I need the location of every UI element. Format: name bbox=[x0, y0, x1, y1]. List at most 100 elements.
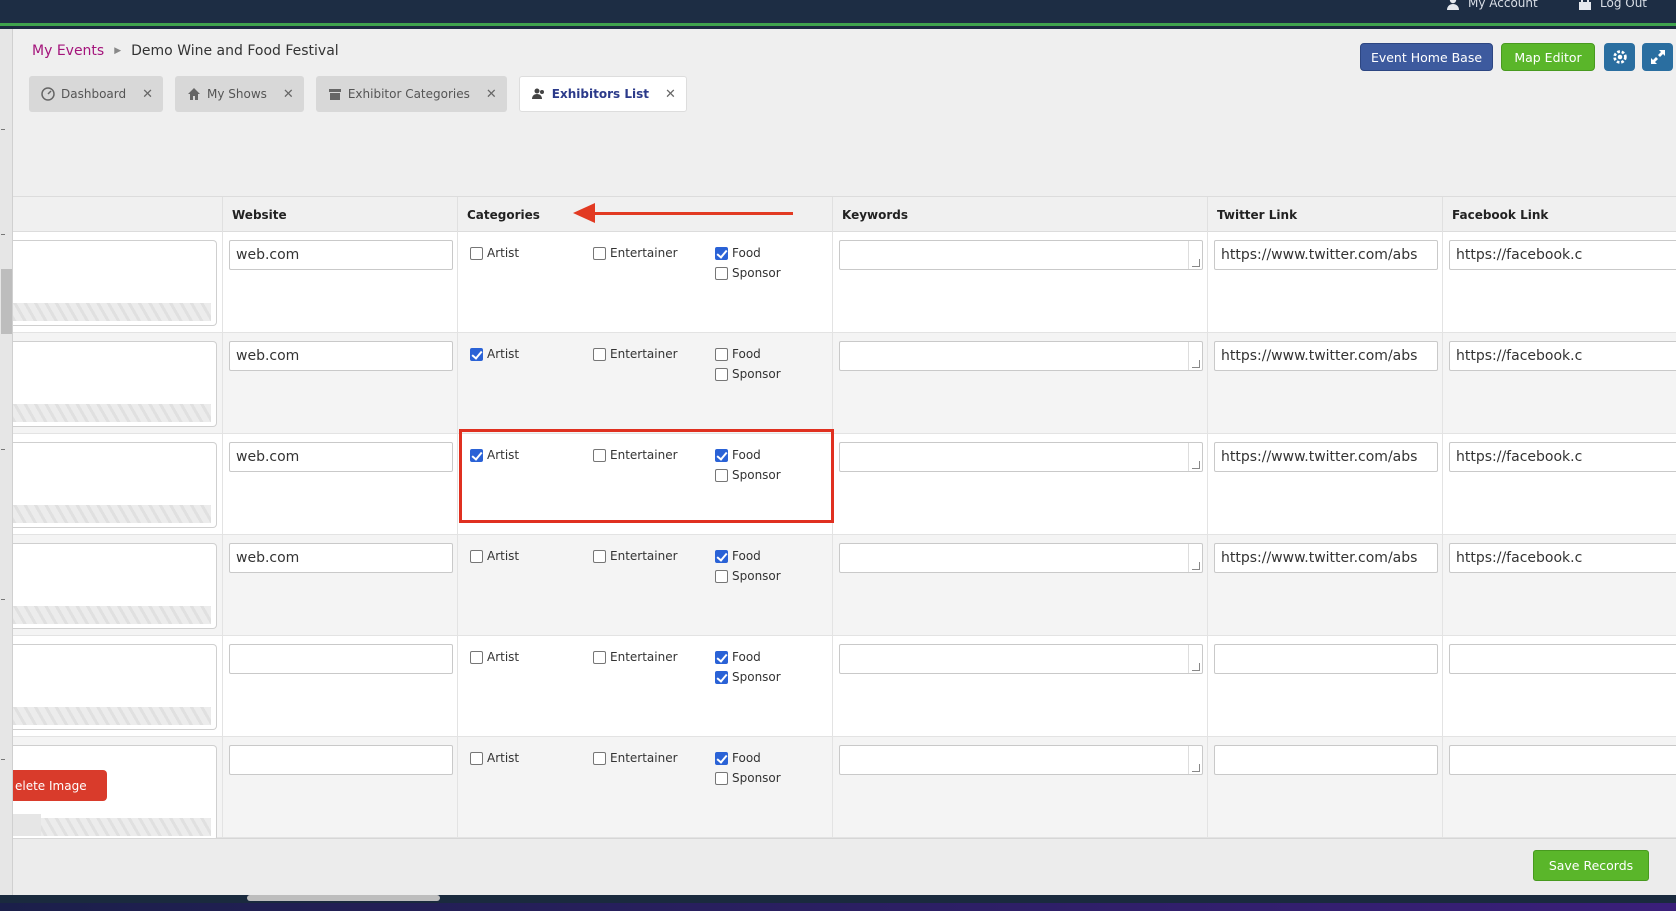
fullscreen-button[interactable] bbox=[1642, 43, 1673, 71]
facebook-link-input[interactable]: https://facebook.c bbox=[1449, 341, 1676, 371]
log-out-link[interactable]: Log Out bbox=[1578, 0, 1647, 10]
checkbox-food[interactable] bbox=[715, 347, 728, 361]
settings-button[interactable] bbox=[1604, 43, 1635, 71]
website-input[interactable]: web.com bbox=[229, 442, 453, 472]
checkbox-label-entertainer: Entertainer bbox=[610, 650, 678, 664]
keywords-textarea[interactable] bbox=[839, 341, 1203, 371]
category-checkbox-entertainer[interactable]: Entertainer bbox=[593, 650, 678, 664]
category-checkbox-sponsor[interactable]: Sponsor bbox=[715, 771, 781, 785]
checkbox-food[interactable] bbox=[715, 549, 728, 563]
category-checkbox-food[interactable]: Food bbox=[715, 549, 761, 563]
category-checkbox-food[interactable]: Food bbox=[715, 347, 761, 361]
exhibitor-image[interactable] bbox=[13, 644, 217, 730]
resize-grip-icon[interactable] bbox=[1188, 544, 1202, 572]
checkbox-label-sponsor: Sponsor bbox=[732, 367, 781, 381]
keywords-textarea[interactable] bbox=[839, 442, 1203, 472]
category-checkbox-entertainer[interactable]: Entertainer bbox=[593, 246, 678, 260]
horizontal-scrollbar-thumb[interactable] bbox=[247, 895, 440, 901]
checkbox-artist[interactable] bbox=[470, 347, 483, 361]
checkbox-food[interactable] bbox=[715, 650, 728, 664]
event-home-base-button[interactable]: Event Home Base bbox=[1360, 43, 1493, 71]
checkbox-sponsor[interactable] bbox=[715, 266, 728, 280]
category-checkbox-artist[interactable]: Artist bbox=[470, 549, 519, 563]
close-icon[interactable]: ✕ bbox=[665, 87, 676, 102]
column-divider bbox=[1442, 333, 1443, 433]
checkbox-sponsor[interactable] bbox=[715, 569, 728, 583]
save-records-button[interactable]: Save Records bbox=[1533, 850, 1649, 881]
category-checkbox-food[interactable]: Food bbox=[715, 246, 761, 260]
checkbox-entertainer[interactable] bbox=[593, 347, 606, 361]
close-icon[interactable]: ✕ bbox=[283, 87, 294, 102]
twitter-link-input[interactable]: https://www.twitter.com/abs bbox=[1214, 240, 1438, 270]
keywords-textarea[interactable] bbox=[839, 240, 1203, 270]
checkbox-artist[interactable] bbox=[470, 246, 483, 260]
twitter-link-input[interactable]: https://www.twitter.com/abs bbox=[1214, 341, 1438, 371]
category-checkbox-sponsor[interactable]: Sponsor bbox=[715, 266, 781, 280]
checkbox-sponsor[interactable] bbox=[715, 367, 728, 381]
category-checkbox-food[interactable]: Food bbox=[715, 751, 761, 765]
resize-grip-icon[interactable] bbox=[1188, 342, 1202, 370]
category-checkbox-entertainer[interactable]: Entertainer bbox=[593, 751, 678, 765]
checkbox-entertainer[interactable] bbox=[593, 549, 606, 563]
checkbox-food[interactable] bbox=[715, 751, 728, 765]
checkbox-entertainer[interactable] bbox=[593, 246, 606, 260]
keywords-textarea[interactable] bbox=[839, 745, 1203, 775]
checkbox-artist[interactable] bbox=[470, 549, 483, 563]
checkbox-food[interactable] bbox=[715, 246, 728, 260]
website-input[interactable] bbox=[229, 644, 453, 674]
resize-grip-icon[interactable] bbox=[1188, 241, 1202, 269]
map-editor-button[interactable]: Map Editor bbox=[1501, 43, 1595, 71]
exhibitor-image[interactable] bbox=[13, 240, 217, 326]
twitter-link-input[interactable] bbox=[1214, 745, 1438, 775]
category-checkbox-artist[interactable]: Artist bbox=[470, 347, 519, 361]
tab-exhibitors-list[interactable]: Exhibitors List ✕ bbox=[518, 76, 687, 112]
exhibitor-image[interactable] bbox=[13, 341, 217, 427]
my-account-link[interactable]: My Account bbox=[1446, 0, 1538, 10]
keywords-textarea[interactable] bbox=[839, 543, 1203, 573]
close-icon[interactable]: ✕ bbox=[142, 87, 153, 102]
category-checkbox-sponsor[interactable]: Sponsor bbox=[715, 670, 781, 684]
left-scrollbar-thumb[interactable] bbox=[1, 269, 12, 334]
checkbox-artist[interactable] bbox=[470, 751, 483, 765]
column-divider bbox=[457, 535, 458, 635]
checkbox-entertainer[interactable] bbox=[593, 650, 606, 664]
checkbox-sponsor[interactable] bbox=[715, 670, 728, 684]
category-checkbox-artist[interactable]: Artist bbox=[470, 246, 519, 260]
tab-exhibitor-categories[interactable]: Exhibitor Categories ✕ bbox=[315, 76, 507, 112]
facebook-link-input[interactable] bbox=[1449, 745, 1676, 775]
checkbox-entertainer[interactable] bbox=[593, 751, 606, 765]
facebook-link-input[interactable]: https://facebook.c bbox=[1449, 543, 1676, 573]
tab-dashboard[interactable]: Dashboard ✕ bbox=[29, 76, 164, 112]
website-input[interactable]: web.com bbox=[229, 240, 453, 270]
delete-image-button[interactable]: elete Image bbox=[13, 770, 107, 801]
category-checkbox-entertainer[interactable]: Entertainer bbox=[593, 549, 678, 563]
website-input[interactable]: web.com bbox=[229, 543, 453, 573]
resize-grip-icon[interactable] bbox=[1188, 645, 1202, 673]
exhibitor-image[interactable] bbox=[13, 442, 217, 528]
category-checkbox-entertainer[interactable]: Entertainer bbox=[593, 347, 678, 361]
left-sidebar-strip bbox=[0, 29, 13, 895]
resize-grip-icon[interactable] bbox=[1188, 746, 1202, 774]
category-checkbox-sponsor[interactable]: Sponsor bbox=[715, 367, 781, 381]
checkbox-artist[interactable] bbox=[470, 650, 483, 664]
exhibitor-image[interactable] bbox=[13, 543, 217, 629]
category-checkbox-artist[interactable]: Artist bbox=[470, 751, 519, 765]
column-divider bbox=[832, 636, 833, 736]
category-checkbox-sponsor[interactable]: Sponsor bbox=[715, 569, 781, 583]
checkbox-sponsor[interactable] bbox=[715, 771, 728, 785]
website-input[interactable] bbox=[229, 745, 453, 775]
facebook-link-input[interactable]: https://facebook.c bbox=[1449, 442, 1676, 472]
breadcrumb-my-events[interactable]: My Events bbox=[32, 43, 104, 59]
close-icon[interactable]: ✕ bbox=[486, 87, 497, 102]
category-checkbox-food[interactable]: Food bbox=[715, 650, 761, 664]
category-checkbox-artist[interactable]: Artist bbox=[470, 650, 519, 664]
facebook-link-input[interactable]: https://facebook.c bbox=[1449, 240, 1676, 270]
resize-grip-icon[interactable] bbox=[1188, 443, 1202, 471]
tab-my-shows[interactable]: My Shows ✕ bbox=[175, 76, 304, 112]
keywords-textarea[interactable] bbox=[839, 644, 1203, 674]
facebook-link-input[interactable] bbox=[1449, 644, 1676, 674]
twitter-link-input[interactable]: https://www.twitter.com/abs bbox=[1214, 543, 1438, 573]
twitter-link-input[interactable] bbox=[1214, 644, 1438, 674]
twitter-link-input[interactable]: https://www.twitter.com/abs bbox=[1214, 442, 1438, 472]
website-input[interactable]: web.com bbox=[229, 341, 453, 371]
